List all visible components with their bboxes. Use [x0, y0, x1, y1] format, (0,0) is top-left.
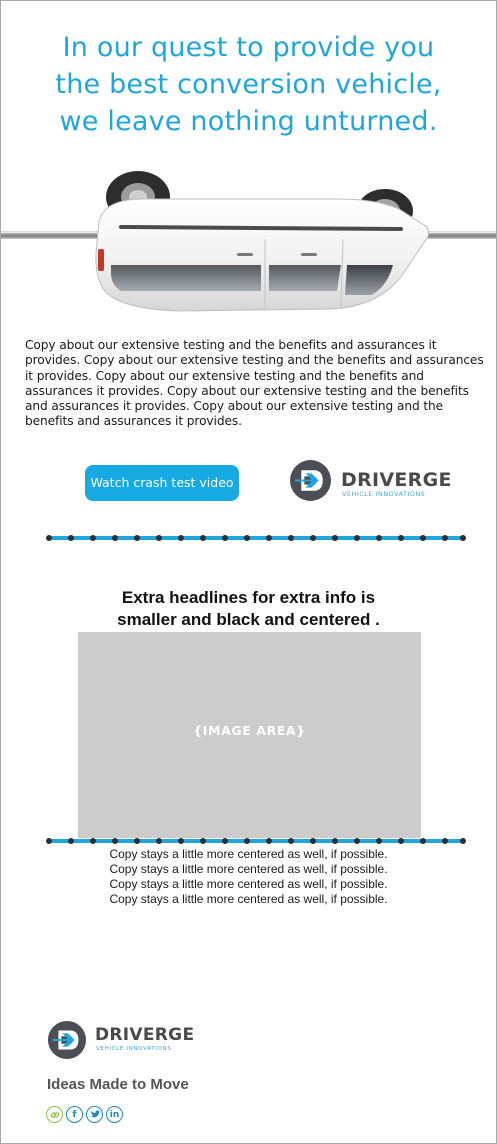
- section-headline: Extra headlines for extra info is smalle…: [1, 587, 496, 631]
- facebook-icon[interactable]: f: [66, 1106, 83, 1123]
- driverge-logo-mark-icon: [47, 1020, 87, 1060]
- brand-name: DRIVERGE: [341, 469, 452, 491]
- centered-copy-line: Copy stays a little more centered as wel…: [109, 877, 388, 891]
- dotted-divider: [46, 837, 466, 845]
- footer-driverge-logo[interactable]: DRIVERGE VEHICLE INNOVATIONS: [47, 1018, 217, 1062]
- intro-copy: Copy about our extensive testing and the…: [25, 338, 484, 429]
- image-placeholder: {IMAGE AREA}: [78, 632, 421, 838]
- centered-copy-line: Copy stays a little more centered as wel…: [109, 892, 388, 906]
- centered-copy: Copy stays a little more centered as wel…: [1, 847, 496, 907]
- driverge-logo[interactable]: DRIVERGE VEHICLE INNOVATIONS: [289, 459, 479, 503]
- hero-headline-line: we leave nothing unturned.: [59, 106, 438, 137]
- footer-tagline: Ideas Made to Move: [47, 1076, 189, 1093]
- hero-headline-line: the best conversion vehicle,: [55, 69, 442, 100]
- centered-copy-line: Copy stays a little more centered as wel…: [109, 862, 388, 876]
- centered-copy-line: Copy stays a little more centered as wel…: [109, 847, 388, 861]
- hero-headline: In our quest to provide you the best con…: [1, 29, 496, 140]
- email-canvas: In our quest to provide you the best con…: [0, 0, 497, 1144]
- driverge-logo-mark-icon: [290, 460, 331, 501]
- brand-tagline: VEHICLE INNOVATIONS: [96, 1046, 172, 1052]
- social-links: f in: [46, 1106, 123, 1126]
- upside-down-van-image: [1, 169, 496, 319]
- section-headline-line: smaller and black and centered .: [117, 610, 380, 629]
- hero-headline-line: In our quest to provide you: [62, 32, 435, 63]
- linkedin-icon[interactable]: in: [106, 1106, 123, 1123]
- section-headline-line: Extra headlines for extra info is: [121, 588, 376, 607]
- link-icon[interactable]: [46, 1106, 63, 1123]
- image-placeholder-label: {IMAGE AREA}: [193, 723, 306, 738]
- dotted-divider: [46, 534, 466, 542]
- watch-crash-test-video-button[interactable]: Watch crash test video: [85, 465, 239, 501]
- brand-name: DRIVERGE: [95, 1025, 195, 1045]
- twitter-icon[interactable]: [86, 1106, 103, 1123]
- brand-tagline: VEHICLE INNOVATIONS: [342, 491, 426, 498]
